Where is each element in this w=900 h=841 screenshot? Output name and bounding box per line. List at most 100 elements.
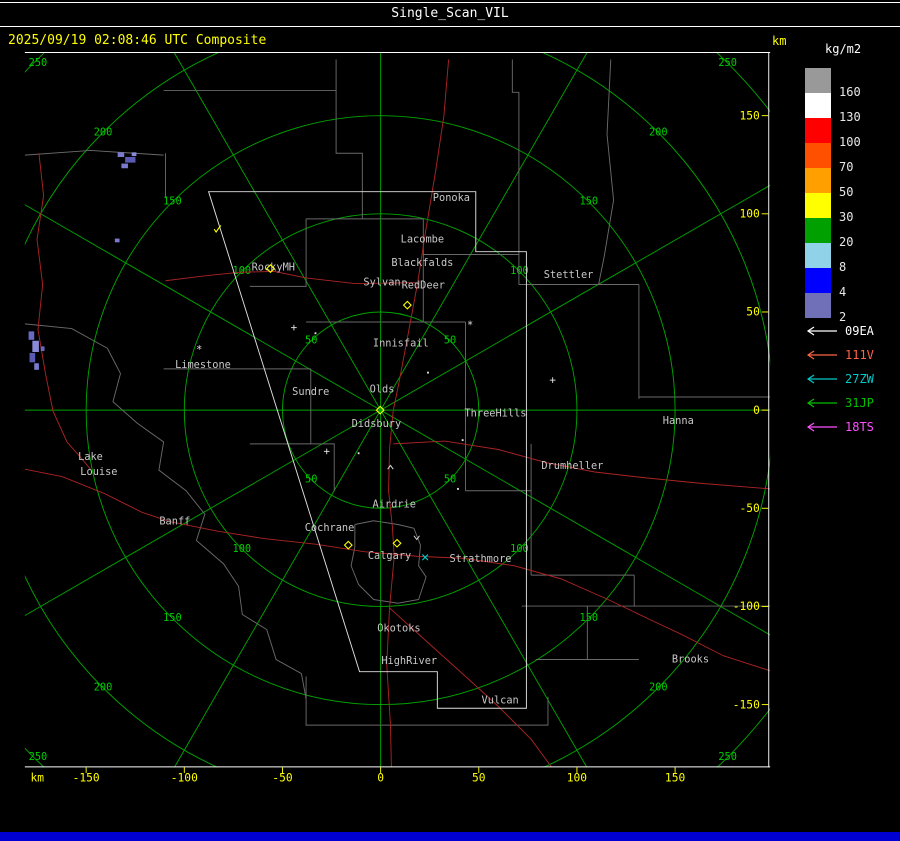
ring-label: 150 xyxy=(580,196,599,208)
ring-label: 50 xyxy=(444,335,456,347)
precip-echo xyxy=(28,331,35,340)
bottom-axis-unit-label: km xyxy=(30,771,44,784)
ring-label: 50 xyxy=(305,335,317,347)
city-diamond-marker xyxy=(343,540,353,550)
place-label: RedDeer xyxy=(402,279,445,291)
ring-label: 250 xyxy=(718,751,737,763)
ring-label: 50 xyxy=(444,473,456,485)
place-label: Okotoks xyxy=(377,622,420,634)
city-diamond-marker xyxy=(392,538,402,548)
legend-value-label: 70 xyxy=(839,160,854,174)
radar-site-id-label: 31JP xyxy=(845,396,874,410)
place-label: Blackfalds xyxy=(391,257,453,269)
radar-site-id-label: 27ZW xyxy=(845,372,874,386)
precip-echo xyxy=(32,340,39,352)
radar-site-item[interactable]: 09EA xyxy=(799,322,899,342)
place-label: Ponoka xyxy=(433,192,470,204)
legend-color-box xyxy=(805,93,831,118)
caret-marker xyxy=(387,464,394,470)
place-label: Limestone xyxy=(175,359,231,371)
right-axis-tick-label: -100 xyxy=(733,600,760,613)
place-label: HighRiver xyxy=(381,655,437,667)
ring-label: 50 xyxy=(305,473,317,485)
county-boundary xyxy=(598,59,615,285)
place-label: Didsbury xyxy=(352,418,402,430)
star-marker: * xyxy=(467,320,473,332)
right-axis-tick-label: -50 xyxy=(740,502,761,515)
radar-site-id-label: 111V xyxy=(845,348,874,362)
legend-value-label: 4 xyxy=(839,285,847,299)
precip-echo xyxy=(131,152,137,157)
place-label: Drumheller xyxy=(541,460,603,472)
star-marker: * xyxy=(196,344,202,356)
radar-site-item[interactable]: 18TS xyxy=(799,418,899,438)
legend-color-box xyxy=(805,68,831,93)
highway-line xyxy=(36,153,45,330)
legend-color-box xyxy=(805,118,831,143)
place-label: Louise xyxy=(80,466,117,478)
city-diamond-marker xyxy=(402,300,412,310)
precip-echo xyxy=(34,363,39,370)
right-axis-tick-label: 0 xyxy=(753,404,760,417)
dot-marker xyxy=(357,452,360,455)
precip-echo xyxy=(29,352,36,363)
right-axis-tick-label: 50 xyxy=(746,306,760,319)
place-label: Strathmore xyxy=(449,553,511,565)
highway-line xyxy=(37,329,91,470)
titlebar-bottom-rule xyxy=(0,26,900,27)
precip-echo xyxy=(121,163,128,169)
radial-line xyxy=(173,52,382,411)
right-axis-tick-label: -150 xyxy=(733,698,760,711)
radar-site-item[interactable]: 31JP xyxy=(799,394,899,414)
bottom-axis-tick-label: 150 xyxy=(665,771,686,784)
ring-label: 250 xyxy=(29,57,48,69)
dot-marker xyxy=(461,439,464,442)
radial-line xyxy=(380,52,588,411)
dot-marker xyxy=(314,332,317,335)
county-boundary xyxy=(335,59,363,219)
place-label: Stettler xyxy=(544,269,594,281)
legend-color-box xyxy=(805,268,831,293)
place-label: Vulcan xyxy=(482,695,519,707)
precip-echo xyxy=(125,157,136,163)
ring-label: 200 xyxy=(649,126,668,138)
radial-line xyxy=(173,409,382,768)
bottom-axis-tick-label: -50 xyxy=(272,771,293,784)
place-label: Innisfail xyxy=(373,337,429,349)
precip-echo xyxy=(40,346,45,352)
place-label: Brooks xyxy=(672,653,709,665)
legend-value-label: 20 xyxy=(839,235,854,249)
right-axis-unit-label: km xyxy=(772,34,787,48)
place-label: Sylvan xyxy=(363,276,400,288)
ring-label: 100 xyxy=(233,543,252,555)
timestamp-label: 2025/09/19 02:08:46 UTC Composite xyxy=(8,33,267,48)
county-boundary xyxy=(106,348,307,699)
ring-label: 150 xyxy=(163,612,182,624)
window-title: Single_Scan_VIL xyxy=(391,6,509,21)
legend-value-label: 8 xyxy=(839,260,847,274)
place-label: Olds xyxy=(370,383,395,395)
radar-site-item[interactable]: 27ZW xyxy=(799,370,899,390)
legend-value-label: 100 xyxy=(839,135,861,149)
legend-color-box xyxy=(805,143,831,168)
radar-site-item[interactable]: 111V xyxy=(799,346,899,366)
precip-echo xyxy=(117,152,125,157)
legend-value-label: 160 xyxy=(839,85,861,99)
bottom-status-bar xyxy=(0,832,900,841)
legend-color-box xyxy=(805,168,831,193)
radar-pointer-arrow-icon xyxy=(806,398,837,408)
radar-pointer-arrow-icon xyxy=(806,374,837,384)
ring-label: 200 xyxy=(94,682,113,694)
bottom-axis-tick-label: -150 xyxy=(73,771,100,784)
place-label: Sundre xyxy=(292,386,329,398)
bottom-axis-tick-label: 50 xyxy=(472,771,486,784)
place-label: ThreeHills xyxy=(464,408,526,420)
bottom-axis-tick-label: -100 xyxy=(171,771,198,784)
bottom-axis-tick-label: 0 xyxy=(377,771,384,784)
legend-sidebar: kg/m2 160 130 100 70 50 30 20 8 4 2 09EA 111V 27ZW 3… xyxy=(795,0,900,832)
radar-map[interactable]: 50 100 150 200 250 50 100 150 200 250 50 100 150 200 2… xyxy=(0,52,795,832)
range-ring xyxy=(24,52,771,768)
place-label: Hanna xyxy=(663,415,694,427)
ring-label: 250 xyxy=(29,751,48,763)
right-axis-tick-label: 150 xyxy=(740,109,761,122)
